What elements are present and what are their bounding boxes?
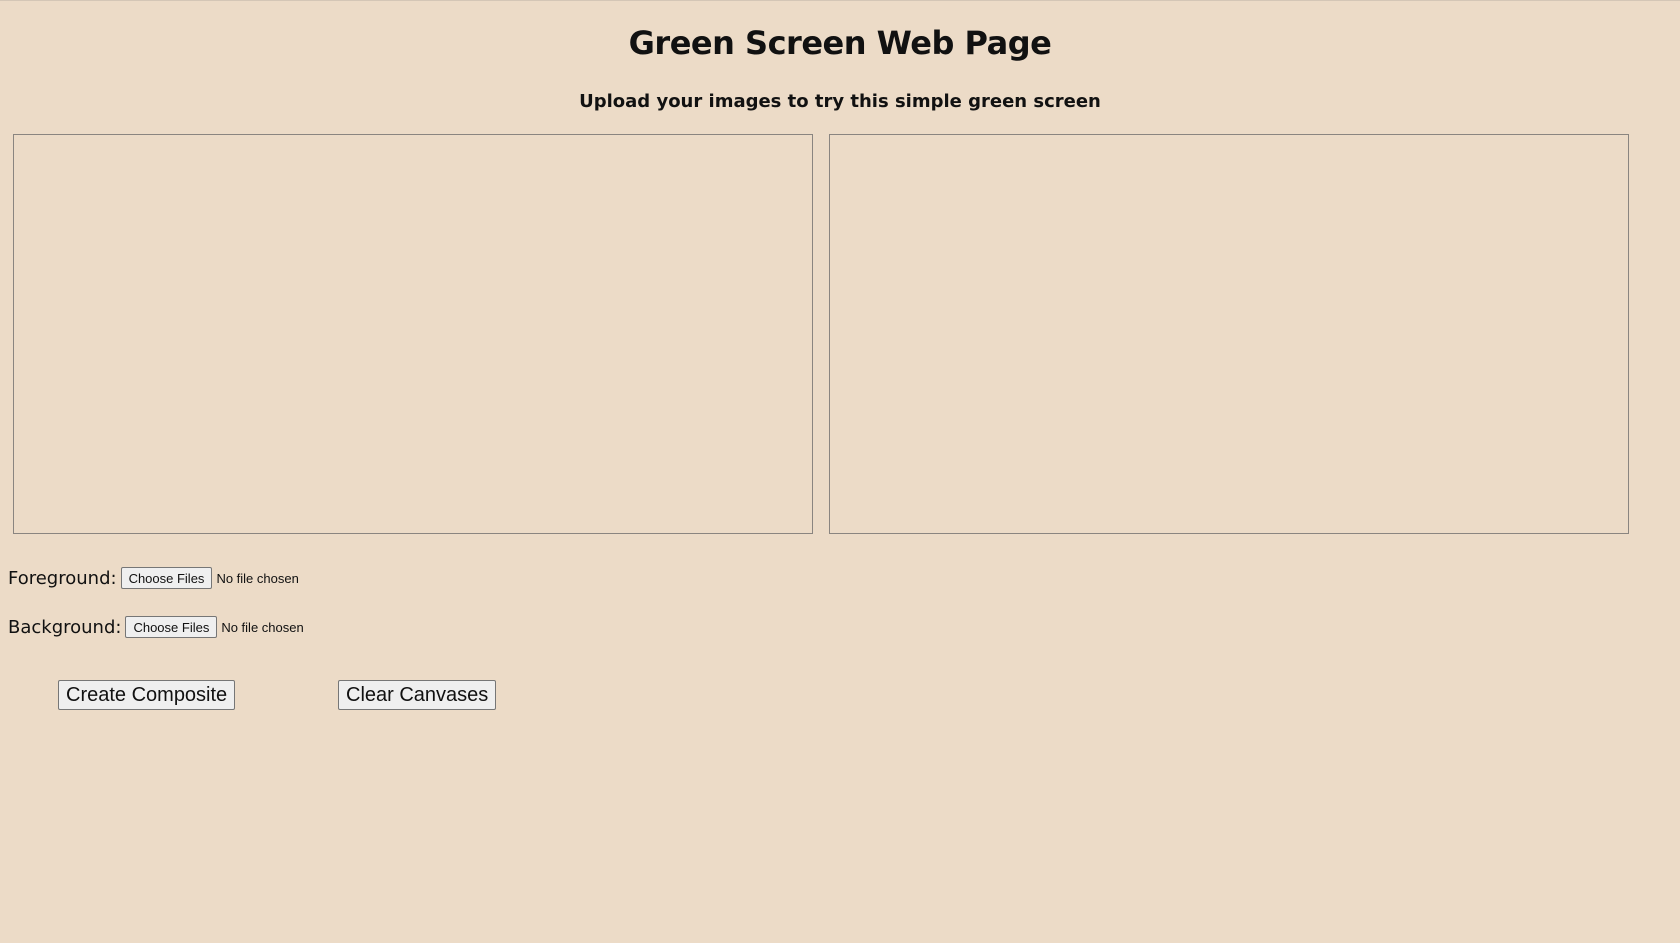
foreground-file-row: Foreground: Choose Files No file chosen bbox=[8, 567, 299, 589]
foreground-choose-files-button[interactable]: Choose Files bbox=[120, 567, 213, 589]
background-file-row: Background: Choose Files No file chosen bbox=[8, 616, 304, 638]
background-canvas bbox=[829, 134, 1629, 534]
foreground-canvas bbox=[13, 134, 813, 534]
page-subtitle: Upload your images to try this simple gr… bbox=[579, 91, 1101, 112]
top-border bbox=[0, 0, 1680, 1]
foreground-file-status: No file chosen bbox=[216, 570, 299, 586]
background-file-status: No file chosen bbox=[221, 619, 304, 635]
background-choose-files-button[interactable]: Choose Files bbox=[125, 616, 218, 638]
foreground-label: Foreground: bbox=[8, 567, 117, 589]
background-label: Background: bbox=[8, 616, 122, 638]
clear-canvases-button[interactable]: Clear Canvases bbox=[338, 680, 497, 710]
create-composite-button[interactable]: Create Composite bbox=[58, 680, 236, 710]
page-title: Green Screen Web Page bbox=[628, 24, 1052, 62]
